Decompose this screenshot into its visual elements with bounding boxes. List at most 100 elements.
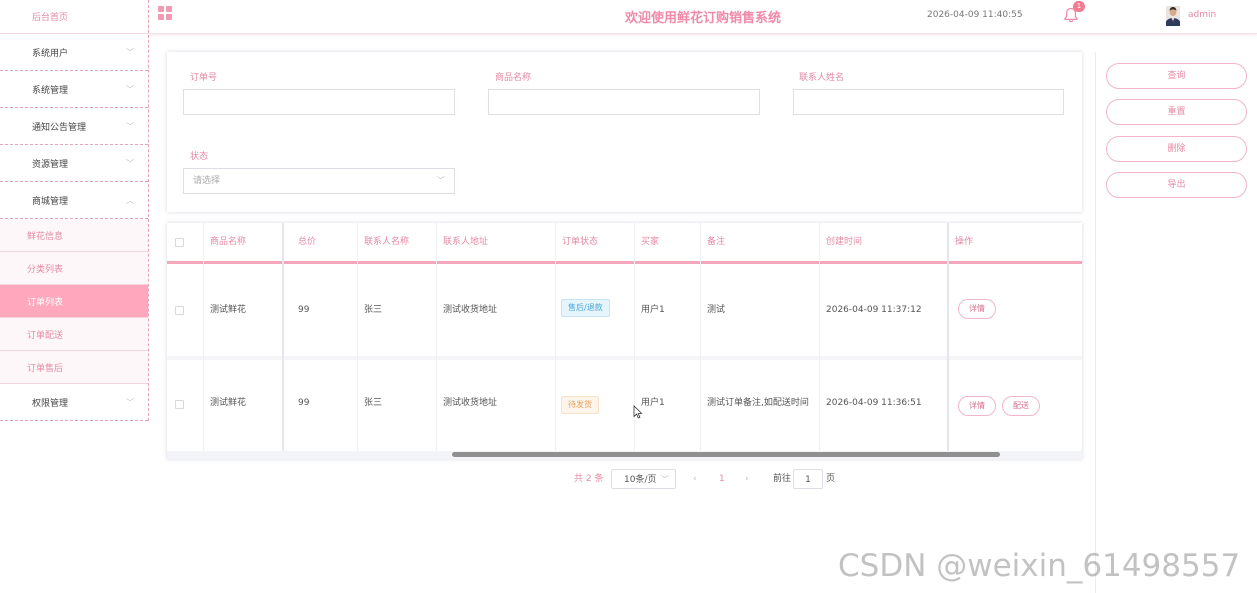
sidebar-subitem-flower-info[interactable]: 鲜花信息 xyxy=(0,219,148,252)
horizontal-scrollbar[interactable] xyxy=(452,452,1000,457)
table-row[interactable]: 测试鲜花 99 张三 测试收货地址 待发货 用户1 测试订单备注,如配送时间 2… xyxy=(167,356,1082,443)
cell-created: 2026-04-09 11:37:12 xyxy=(826,305,922,315)
page-title: 欢迎使用鲜花订购销售系统 xyxy=(625,11,782,26)
sidebar-item-label: 系统管理 xyxy=(32,85,69,96)
goto-page-input[interactable]: 1 xyxy=(793,469,823,489)
column-header: 联系人名称 xyxy=(364,237,410,247)
cell-remark: 测试 xyxy=(707,305,726,315)
cell-product: 测试鲜花 xyxy=(210,305,247,315)
sidebar-home-label: 后台首页 xyxy=(32,13,69,23)
order-no-label: 订单号 xyxy=(190,73,218,83)
sidebar-item-label: 通知公告管理 xyxy=(32,122,87,133)
cell-price: 99 xyxy=(298,398,310,408)
column-header: 联系人地址 xyxy=(443,237,489,247)
contact-name-label: 联系人姓名 xyxy=(799,73,845,83)
sidebar-item-system-management[interactable]: 系统管理 ﹀ xyxy=(0,71,148,108)
chevron-down-icon: ﹀ xyxy=(126,397,134,407)
current-datetime: 2026-04-09 11:40:55 xyxy=(927,10,1023,20)
top-header: 欢迎使用鲜花订购销售系统 2026-04-09 11:40:55 1 admin xyxy=(149,0,1257,34)
column-divider xyxy=(436,223,437,451)
sidebar-subitem-label: 订单列表 xyxy=(27,297,64,308)
sidebar-item-resource-management[interactable]: 资源管理 ﹀ xyxy=(0,145,148,182)
pagination-total: 共 2 条 xyxy=(574,474,604,484)
table-row[interactable]: 测试鲜花 99 张三 测试收货地址 售后/退款 用户1 测试 2026-04-0… xyxy=(167,267,1082,354)
query-button[interactable]: 查询 xyxy=(1106,63,1247,89)
cell-buyer: 用户1 xyxy=(641,398,665,408)
reset-button[interactable]: 重置 xyxy=(1106,99,1247,125)
select-all-checkbox[interactable] xyxy=(175,238,184,247)
product-name-label: 商品名称 xyxy=(495,73,532,83)
row-checkbox[interactable] xyxy=(175,400,184,409)
column-divider xyxy=(819,223,820,451)
detail-button[interactable]: 详情 xyxy=(958,299,996,319)
chevron-down-icon: ﹀ xyxy=(126,158,134,168)
sidebar-subitem-label: 分类列表 xyxy=(27,264,64,275)
page-size-value: 10条/页 xyxy=(624,475,657,485)
mouse-cursor-icon xyxy=(633,405,643,419)
sidebar-item-label: 资源管理 xyxy=(32,159,69,170)
page-number-current[interactable]: 1 xyxy=(719,469,725,489)
orders-table: 商品名称 总价 联系人名称 联系人地址 订单状态 买家 备注 创建时间 操作 测… xyxy=(167,223,1082,459)
cell-contact: 张三 xyxy=(364,398,383,408)
sidebar-subitem-category-list[interactable]: 分类列表 xyxy=(0,252,148,285)
row-checkbox[interactable] xyxy=(175,306,184,315)
chevron-down-icon: ﹀ xyxy=(126,84,134,94)
page-suffix-label: 页 xyxy=(826,474,836,484)
avatar[interactable] xyxy=(1166,6,1180,26)
sidebar-item-label: 商城管理 xyxy=(32,196,69,207)
sidebar-item-mall-management[interactable]: 商城管理 ︿ xyxy=(0,182,148,219)
sidebar: 后台首页 系统用户 ﹀ 系统管理 ﹀ 通知公告管理 ﹀ 资源管理 ﹀ 商城管理 ︿ 鲜花信… xyxy=(0,0,149,421)
column-divider xyxy=(555,223,556,451)
notification-badge: 1 xyxy=(1073,1,1085,12)
fixed-column-divider xyxy=(282,223,284,451)
goto-label: 前往 xyxy=(773,474,792,484)
menu-grid-icon[interactable] xyxy=(158,6,172,20)
sidebar-item-notice-management[interactable]: 通知公告管理 ﹀ xyxy=(0,108,148,145)
column-header: 总价 xyxy=(298,237,317,247)
detail-button[interactable]: 详情 xyxy=(958,396,996,416)
column-header: 创建时间 xyxy=(826,237,863,247)
sidebar-subitem-after-sales[interactable]: 订单售后 xyxy=(0,351,148,384)
sidebar-item-permission-management[interactable]: 权限管理 ﹀ xyxy=(0,384,148,421)
column-header: 买家 xyxy=(641,237,660,247)
prev-page-button[interactable]: ‹ xyxy=(693,469,697,489)
search-panel: 订单号 商品名称 联系人姓名 状态 请选择 ﹀ xyxy=(167,52,1082,212)
sidebar-subitem-label: 订单售后 xyxy=(27,363,64,374)
cell-contact: 张三 xyxy=(364,305,383,315)
sidebar-home[interactable]: 后台首页 xyxy=(0,0,148,34)
sidebar-item-system-users[interactable]: 系统用户 ﹀ xyxy=(0,34,148,71)
cell-remark: 测试订单备注,如配送时间 xyxy=(707,398,809,408)
contact-name-input[interactable] xyxy=(793,89,1064,115)
sidebar-item-label: 权限管理 xyxy=(32,398,69,409)
cell-buyer: 用户1 xyxy=(641,305,665,315)
username[interactable]: admin xyxy=(1188,10,1216,20)
app-root: 后台首页 系统用户 ﹀ 系统管理 ﹀ 通知公告管理 ﹀ 资源管理 ﹀ 商城管理 ︿ 鲜花信… xyxy=(0,0,1257,593)
sidebar-subitem-order-list[interactable]: 订单列表 xyxy=(0,285,148,318)
chevron-up-icon: ︿ xyxy=(126,195,134,205)
status-select-placeholder: 请选择 xyxy=(193,176,221,186)
chevron-down-icon: ﹀ xyxy=(661,475,669,484)
delivery-button[interactable]: 配送 xyxy=(1002,396,1040,416)
page-size-select[interactable]: 10条/页 ﹀ xyxy=(611,469,676,489)
delete-button[interactable]: 删除 xyxy=(1106,136,1247,162)
column-header: 操作 xyxy=(955,237,974,247)
column-divider xyxy=(203,223,204,451)
chevron-down-icon: ﹀ xyxy=(437,176,445,185)
status-label: 状态 xyxy=(190,152,209,162)
fixed-column-divider xyxy=(947,223,949,451)
export-button[interactable]: 导出 xyxy=(1106,172,1247,198)
watermark: CSDN @weixin_61498557 xyxy=(838,548,1241,584)
table-header: 商品名称 总价 联系人名称 联系人地址 订单状态 买家 备注 创建时间 操作 xyxy=(167,223,1082,264)
column-header: 备注 xyxy=(707,237,726,247)
cell-address: 测试收货地址 xyxy=(443,398,498,408)
next-page-button[interactable]: › xyxy=(745,469,749,489)
status-select[interactable]: 请选择 ﹀ xyxy=(183,168,455,194)
status-badge: 待发货 xyxy=(561,396,599,414)
cell-product: 测试鲜花 xyxy=(210,398,247,408)
order-no-input[interactable] xyxy=(183,89,455,115)
sidebar-subitem-label: 订单配送 xyxy=(27,330,64,341)
product-name-input[interactable] xyxy=(488,89,760,115)
sidebar-subitem-order-delivery[interactable]: 订单配送 xyxy=(0,318,148,351)
cell-price: 99 xyxy=(298,305,310,315)
column-divider xyxy=(700,223,701,451)
